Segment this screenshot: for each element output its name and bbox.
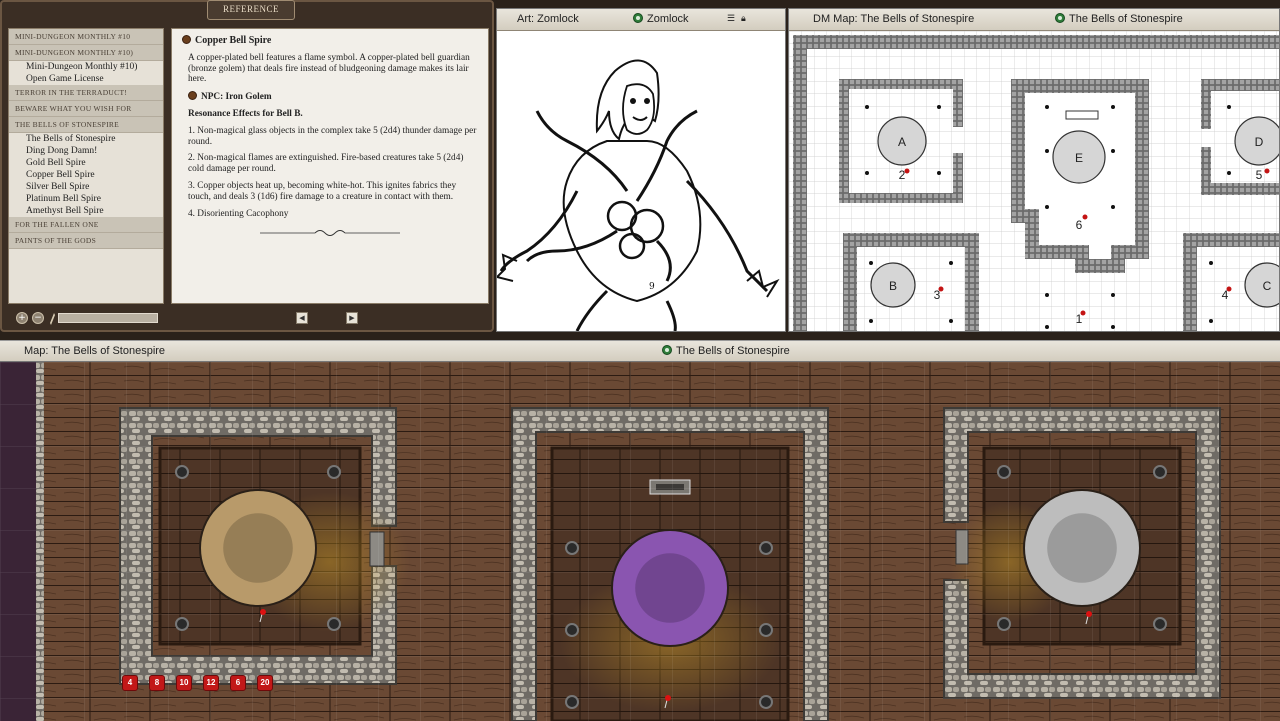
- reference-content: Copper Bell Spire A copper-plated bell f…: [171, 28, 489, 304]
- npc-link[interactable]: NPC: Iron Golem: [188, 91, 480, 103]
- art-window: Art: Zomlock Zomlock ☰ 🔒︎ 9: [496, 8, 786, 332]
- main-map-title: Map: The Bells of Stonespire: [24, 345, 166, 357]
- bullet-icon: [182, 35, 191, 44]
- reference-tab[interactable]: REFERENCE: [207, 0, 295, 20]
- art-link[interactable]: Zomlock: [633, 13, 689, 25]
- link-bullet-icon[interactable]: [188, 91, 197, 101]
- die-d8[interactable]: 8: [149, 675, 165, 691]
- link-icon[interactable]: [662, 345, 672, 355]
- toc-item[interactable]: The Bells of Stonespire: [9, 133, 163, 145]
- main-map-window: Map: The Bells of Stonespire The Bells o…: [0, 340, 1280, 721]
- add-button[interactable]: +: [16, 312, 28, 324]
- toc-section[interactable]: TERROR IN THE TERRADUCT!: [9, 85, 163, 101]
- reference-window: REFERENCE MINI-DUNGEON MONTHLY #10 MINI-D…: [0, 0, 494, 332]
- room-label-d: D: [1255, 135, 1264, 149]
- die-d10[interactable]: 10: [176, 675, 192, 691]
- prev-page-button[interactable]: ◀: [296, 312, 308, 324]
- room-number-6: 6: [1076, 218, 1083, 232]
- page-number: 9: [649, 282, 655, 292]
- toc-item[interactable]: Ding Dong Damn!: [9, 145, 163, 157]
- ornament-divider: [260, 230, 400, 237]
- toc-item[interactable]: Platinum Bell Spire: [9, 193, 163, 205]
- toc-item[interactable]: Gold Bell Spire: [9, 157, 163, 169]
- room-label-e: E: [1075, 151, 1083, 165]
- toc-item[interactable]: Mini-Dungeon Monthly #10): [9, 61, 163, 73]
- content-heading: Copper Bell Spire: [182, 35, 480, 47]
- toc-section[interactable]: PAINTS OF THE GODS: [9, 233, 163, 249]
- reference-toc: MINI-DUNGEON MONTHLY #10 MINI-DUNGEON MON…: [8, 28, 164, 304]
- dm-map-window: DM Map: The Bells of Stonespire The Bell…: [788, 8, 1280, 332]
- bell-token[interactable]: [199, 489, 317, 607]
- die-d6[interactable]: 6: [230, 675, 246, 691]
- toc-item[interactable]: Amethyst Bell Spire: [9, 205, 163, 217]
- effect-2: 2. Non-magical flames are extinguished. …: [188, 153, 464, 175]
- dm-map-canvas[interactable]: A 2 E 6 D 5 B 3 C 4 1: [789, 31, 1279, 331]
- art-title: Art: Zomlock: [517, 13, 579, 25]
- room-label-b: B: [889, 279, 897, 293]
- toc-item[interactable]: Copper Bell Spire: [9, 169, 163, 181]
- lock-icon[interactable]: 🔒︎: [741, 13, 746, 24]
- toc-item[interactable]: Open Game License: [9, 73, 163, 85]
- room-number-2: 2: [899, 168, 906, 182]
- bell-token[interactable]: [611, 529, 729, 647]
- art-titlebar[interactable]: Art: Zomlock Zomlock ☰ 🔒︎: [497, 9, 785, 31]
- effect-4: 4. Disorienting Cacophony: [188, 208, 289, 219]
- content-intro: A copper-plated bell features a flame sy…: [188, 52, 470, 85]
- room-label-c: C: [1263, 279, 1272, 293]
- bell-token[interactable]: [1023, 489, 1141, 607]
- next-page-button[interactable]: ▶: [346, 312, 358, 324]
- room-label-a: A: [898, 135, 906, 149]
- toc-section[interactable]: FOR THE FALLEN ONE: [9, 217, 163, 233]
- die-d20[interactable]: 20: [257, 675, 273, 691]
- effects-title: Resonance Effects for Bell B.: [188, 108, 303, 119]
- toc-section[interactable]: MINI-DUNGEON MONTHLY #10): [9, 45, 163, 61]
- dm-map-title: DM Map: The Bells of Stonespire: [813, 13, 975, 25]
- search-input[interactable]: [58, 313, 158, 323]
- room-number-5: 5: [1256, 168, 1263, 182]
- dm-map-titlebar[interactable]: DM Map: The Bells of Stonespire The Bell…: [789, 9, 1279, 31]
- zomlock-illustration: 9: [497, 59, 780, 331]
- toc-item[interactable]: Silver Bell Spire: [9, 181, 163, 193]
- toc-section[interactable]: MINI-DUNGEON MONTHLY #10: [9, 29, 163, 45]
- toc-section[interactable]: BEWARE WHAT YOU WISH FOR: [9, 101, 163, 117]
- link-icon[interactable]: [633, 13, 643, 23]
- toc-section[interactable]: THE BELLS OF STONESPIRE: [9, 117, 163, 133]
- reference-toolbar: + − ◀ ▶: [8, 308, 488, 328]
- link-icon[interactable]: [1055, 13, 1065, 23]
- effect-1: 1. Non-magical glass objects in the comp…: [188, 125, 477, 147]
- main-map-titlebar[interactable]: Map: The Bells of Stonespire The Bells o…: [0, 341, 1280, 362]
- die-d12[interactable]: 12: [203, 675, 219, 691]
- dm-map-link[interactable]: The Bells of Stonespire: [1055, 13, 1183, 25]
- effect-3: 3. Copper objects heat up, becoming whit…: [188, 180, 457, 202]
- die-d4[interactable]: 4: [122, 675, 138, 691]
- remove-button[interactable]: −: [32, 312, 44, 324]
- main-map-canvas[interactable]: [0, 362, 1280, 721]
- main-map-link[interactable]: The Bells of Stonespire: [662, 345, 790, 357]
- quill-icon[interactable]: [48, 311, 56, 325]
- share-icon[interactable]: ☰: [727, 13, 735, 24]
